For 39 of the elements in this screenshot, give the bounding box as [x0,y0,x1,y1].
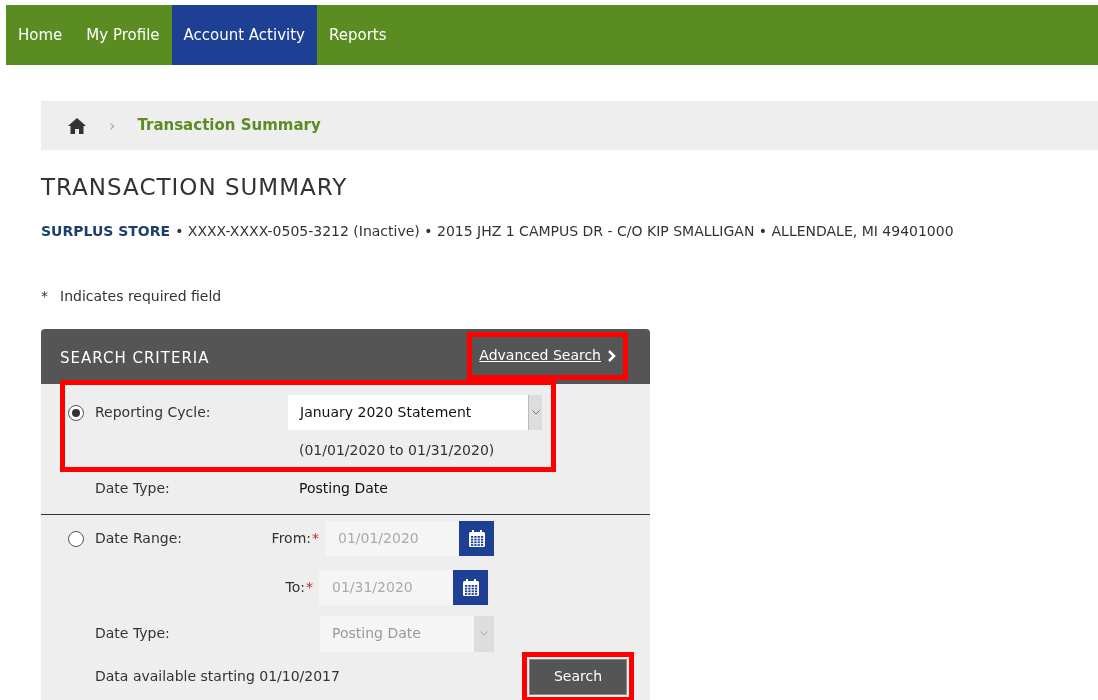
field-label: From: [271,529,311,548]
nav-tab[interactable]: My Profile [74,5,172,65]
required-mark: * [312,529,319,548]
advanced-search-link[interactable]: Advanced Search [479,345,616,366]
radio-button[interactable] [68,404,84,421]
panel-title: SEARCH CRITERIA [60,348,210,369]
nav-tab[interactable]: Account Activity [171,5,317,65]
breadcrumb-separator: › [109,114,116,137]
calendar-button[interactable] [459,521,494,556]
cycle-select[interactable]: January 2020 Statement [288,395,542,430]
calendar-icon [460,577,481,598]
account-details: • XXXX-XXXX-0505-3212 (Inactive) • 2015 JHZ 1 CAMPUS DR - C/O KIP SMALLIGAN • ALLENDALE, MI 49401000 [175,221,954,241]
calendar-icon [466,528,487,549]
caret-icon [531,410,540,415]
availability-note: Data available starting 01/10/2017 [95,667,340,686]
date-type-select[interactable]: Posting Date [320,615,494,652]
home-icon[interactable] [67,116,87,135]
search-button[interactable]: Search [529,658,627,695]
field-label: Date Range: [95,529,183,548]
field-label: Date Type: [95,624,171,643]
account-name: SURPLUS STORE [41,221,171,241]
breadcrumb-current: Transaction Summary [137,115,321,137]
required-mark: * [306,578,313,597]
radio-button[interactable] [68,530,84,547]
calendar-button[interactable] [453,570,488,605]
nav-tab[interactable]: Reports [316,5,399,65]
chevron-right-icon [607,349,616,362]
field-label: Date Type: [95,479,171,498]
required-mark: * [41,286,48,306]
date-type-value: Posting Date [299,479,388,498]
to-date-field[interactable]: 01/31/2020 [319,570,453,605]
field-label: Reporting Cycle: [95,403,212,422]
page-title: TRANSACTION SUMMARY [41,173,349,202]
field-label: To: [285,578,305,597]
nav-tab[interactable]: Home [6,5,75,65]
cycle-range: (01/01/2020 to 01/31/2020) [299,441,495,458]
caret-icon [480,631,488,636]
from-date-field[interactable]: 01/01/2020 [325,521,459,556]
required-note: Indicates required field [60,286,222,306]
